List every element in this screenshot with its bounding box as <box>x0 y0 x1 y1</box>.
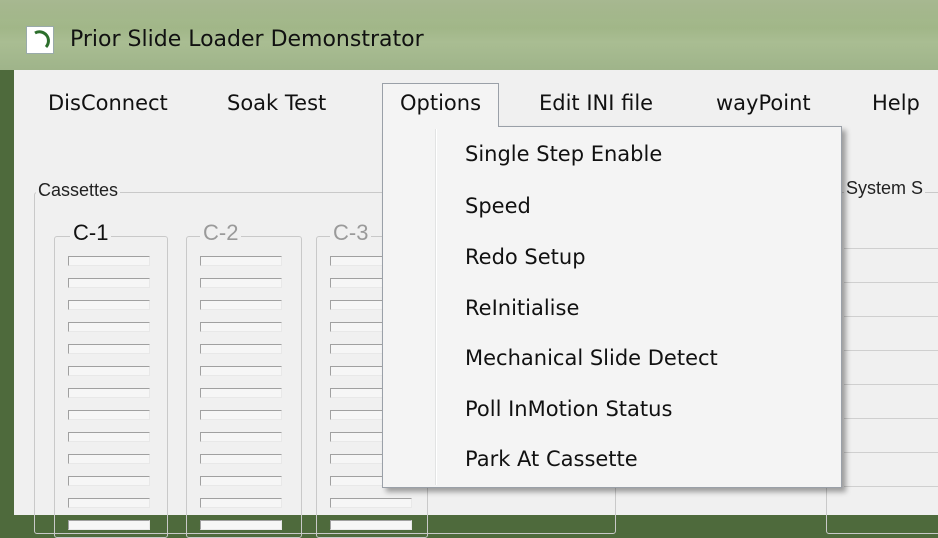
menu-waypoint[interactable]: wayPoint <box>716 84 811 122</box>
menu-help[interactable]: Help <box>872 84 920 122</box>
cassette-slot[interactable] <box>68 388 150 398</box>
status-row-line <box>844 452 938 453</box>
status-row-line <box>844 418 938 419</box>
cassette-slot[interactable] <box>200 344 282 354</box>
cassette-slot[interactable] <box>200 256 282 266</box>
cassette-slot[interactable] <box>68 278 150 288</box>
cassette-slot[interactable] <box>330 520 412 530</box>
options-dropdown-menu: Single Step Enable Speed Redo Setup ReIn… <box>382 126 842 488</box>
cassette-slot[interactable] <box>200 454 282 464</box>
cassette-slot[interactable] <box>200 432 282 442</box>
cassette-slot[interactable] <box>200 278 282 288</box>
title-bar[interactable]: Prior Slide Loader Demonstrator <box>0 0 938 70</box>
cassette-slot[interactable] <box>68 520 150 530</box>
cassette-c2-label: C-2 <box>200 220 242 246</box>
cassette-slot[interactable] <box>68 454 150 464</box>
menu-item-single-step-enable[interactable]: Single Step Enable <box>465 142 662 166</box>
cassette-slot[interactable] <box>68 432 150 442</box>
cassette-slot[interactable] <box>200 498 282 508</box>
cassette-slot[interactable] <box>68 256 150 266</box>
cassette-slot[interactable] <box>200 366 282 376</box>
cassette-slot[interactable] <box>68 498 150 508</box>
system-status-label: System S <box>844 178 926 199</box>
cassette-slot[interactable] <box>200 520 282 530</box>
status-row-line <box>844 282 938 283</box>
menu-item-redo-setup[interactable]: Redo Setup <box>465 245 586 269</box>
cassette-slot[interactable] <box>200 388 282 398</box>
status-row-line <box>844 248 938 249</box>
cassette-c3-label: C-3 <box>330 220 372 246</box>
menu-item-park-at-cassette[interactable]: Park At Cassette <box>465 447 638 471</box>
status-row-line <box>844 316 938 317</box>
cassette-slot[interactable] <box>330 498 412 508</box>
cassette-slot[interactable] <box>68 300 150 310</box>
cassette-slot[interactable] <box>68 366 150 376</box>
cassette-slot[interactable] <box>68 476 150 486</box>
menu-gutter-highlight <box>436 129 437 485</box>
cassette-slot[interactable] <box>68 344 150 354</box>
menu-item-speed[interactable]: Speed <box>465 194 531 218</box>
menu-edit-ini-file[interactable]: Edit INI file <box>539 84 653 122</box>
status-row-line <box>844 486 938 487</box>
system-status-groupbox <box>826 192 938 534</box>
menu-soak-test[interactable]: Soak Test <box>227 84 326 122</box>
cassette-c1-label: C-1 <box>70 220 112 246</box>
cassette-slot[interactable] <box>200 476 282 486</box>
window-title: Prior Slide Loader Demonstrator <box>70 27 424 52</box>
cassette-slot[interactable] <box>68 322 150 332</box>
menu-options[interactable]: Options <box>382 83 500 127</box>
status-row-line <box>844 350 938 351</box>
cassette-slot[interactable] <box>200 322 282 332</box>
cassettes-label: Cassettes <box>36 180 121 201</box>
menu-item-poll-inmotion-status[interactable]: Poll InMotion Status <box>465 397 672 421</box>
menu-item-mechanical-slide-detect[interactable]: Mechanical Slide Detect <box>465 346 718 370</box>
cassette-slot[interactable] <box>68 410 150 420</box>
cassette-slot[interactable] <box>200 300 282 310</box>
menu-disconnect[interactable]: DisConnect <box>48 84 168 122</box>
menu-item-reinitialise[interactable]: ReInitialise <box>465 296 579 320</box>
cassette-slot[interactable] <box>200 410 282 420</box>
menu-bar: DisConnect Soak Test Options Edit INI fi… <box>14 70 938 134</box>
app-arc-icon[interactable] <box>26 26 54 54</box>
status-row-line <box>844 384 938 385</box>
